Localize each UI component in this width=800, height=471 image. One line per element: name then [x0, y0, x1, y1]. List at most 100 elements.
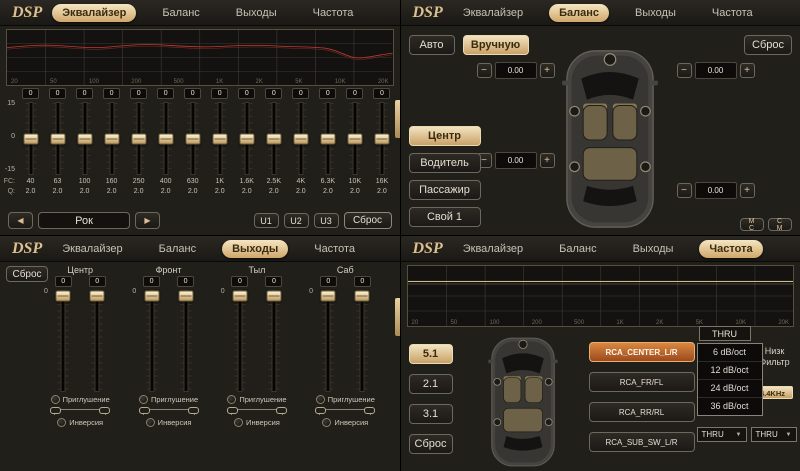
decrement-button[interactable]: − — [677, 63, 692, 78]
band-slider[interactable] — [314, 101, 341, 176]
slope-option-12db[interactable]: 12 dB/oct — [698, 361, 762, 379]
invert-checkbox[interactable] — [146, 418, 155, 427]
tab-equalizer[interactable]: Эквалайзер — [52, 4, 136, 22]
slope-dropdown-selected[interactable]: THRU — [699, 326, 751, 341]
output-slider-handle[interactable] — [178, 291, 193, 302]
increment-button[interactable]: + — [540, 63, 555, 78]
band-slider-handle[interactable] — [158, 133, 173, 144]
mute-toggle[interactable]: Приглушение — [139, 393, 198, 405]
tab-balance[interactable]: Баланс — [152, 4, 209, 22]
output-slider-handle[interactable] — [355, 291, 370, 302]
output-slider-handle[interactable] — [266, 291, 281, 302]
band-slider[interactable] — [44, 101, 71, 176]
band-slider[interactable] — [152, 101, 179, 176]
band-slider-handle[interactable] — [320, 133, 335, 144]
band-slider-handle[interactable] — [77, 133, 92, 144]
slope-option-6db[interactable]: 6 dB/oct — [698, 344, 762, 361]
output-slider[interactable] — [264, 289, 284, 393]
mute-toggle[interactable]: Приглушение — [51, 393, 110, 405]
band-slider[interactable] — [341, 101, 368, 176]
output-slider-handle[interactable] — [90, 291, 105, 302]
mc-button[interactable]: M C — [740, 218, 764, 231]
tab-outputs[interactable]: Выходы — [222, 240, 288, 258]
tab-frequency[interactable]: Частота — [702, 4, 763, 22]
mute-checkbox[interactable] — [139, 395, 148, 404]
hp-filter-select[interactable]: THRU ▼ — [697, 427, 747, 442]
band-slider-handle[interactable] — [185, 133, 200, 144]
tab-balance[interactable]: Баланс — [549, 240, 606, 258]
invert-checkbox[interactable] — [234, 418, 243, 427]
output-slider-handle[interactable] — [232, 291, 247, 302]
slope-option-36db[interactable]: 36 dB/oct — [698, 397, 762, 415]
output-slider-handle[interactable] — [321, 291, 336, 302]
preset-prev-button[interactable]: ◀ — [8, 212, 33, 229]
link-channels-toggle[interactable] — [309, 405, 381, 416]
increment-button[interactable]: + — [540, 153, 555, 168]
band-slider-handle[interactable] — [347, 133, 362, 144]
band-slider[interactable] — [98, 101, 125, 176]
preset-next-button[interactable]: ▶ — [135, 212, 160, 229]
band-slider-handle[interactable] — [212, 133, 227, 144]
mute-toggle[interactable]: Приглушение — [316, 393, 375, 405]
position-center-button[interactable]: Центр — [409, 126, 481, 146]
tab-outputs[interactable]: Выходы — [226, 4, 287, 22]
scrollbar[interactable] — [395, 298, 400, 336]
mode-5-1-button[interactable]: 5.1 — [409, 344, 453, 364]
band-slider-handle[interactable] — [23, 133, 38, 144]
position-driver-button[interactable]: Водитель — [409, 153, 481, 173]
tab-equalizer[interactable]: Эквалайзер — [453, 240, 533, 258]
output-slider[interactable] — [87, 289, 107, 393]
tab-frequency[interactable]: Частота — [699, 240, 762, 258]
band-slider[interactable] — [206, 101, 233, 176]
decrement-button[interactable]: − — [677, 183, 692, 198]
mute-toggle[interactable]: Приглушение — [227, 393, 286, 405]
memory-u3-button[interactable]: U3 — [314, 213, 339, 228]
band-slider[interactable] — [287, 101, 314, 176]
tab-balance[interactable]: Баланс — [549, 4, 609, 22]
channel-rca-sub-button[interactable]: RCA_SUB_SW_L/R — [589, 432, 695, 452]
balance-reset-button[interactable]: Сброс — [744, 35, 792, 55]
position-passenger-button[interactable]: Пассажир — [409, 180, 481, 200]
band-slider[interactable] — [179, 101, 206, 176]
invert-toggle[interactable]: Инверсия — [57, 416, 103, 428]
band-slider[interactable] — [260, 101, 287, 176]
link-channels-toggle[interactable] — [221, 405, 293, 416]
auto-button[interactable]: Авто — [409, 35, 455, 55]
tab-frequency[interactable]: Частота — [303, 4, 364, 22]
output-slider[interactable] — [176, 289, 196, 393]
memory-u2-button[interactable]: U2 — [284, 213, 309, 228]
band-slider-handle[interactable] — [131, 133, 146, 144]
output-slider[interactable] — [318, 289, 338, 393]
tab-outputs[interactable]: Выходы — [623, 240, 684, 258]
output-slider-handle[interactable] — [56, 291, 71, 302]
tab-frequency[interactable]: Частота — [304, 240, 365, 258]
tab-balance[interactable]: Баланс — [149, 240, 206, 258]
increment-button[interactable]: + — [740, 63, 755, 78]
invert-toggle[interactable]: Инверсия — [146, 416, 192, 428]
link-channels-toggle[interactable] — [133, 405, 205, 416]
mute-checkbox[interactable] — [227, 395, 236, 404]
output-slider[interactable] — [53, 289, 73, 393]
band-slider[interactable] — [71, 101, 98, 176]
mute-checkbox[interactable] — [316, 395, 325, 404]
band-slider-handle[interactable] — [239, 133, 254, 144]
output-slider-handle[interactable] — [144, 291, 159, 302]
increment-button[interactable]: + — [740, 183, 755, 198]
manual-button[interactable]: Вручную — [463, 35, 529, 55]
tab-equalizer[interactable]: Эквалайзер — [52, 240, 132, 258]
link-channels-toggle[interactable] — [44, 405, 116, 416]
slope-option-24db[interactable]: 24 dB/oct — [698, 379, 762, 397]
frequency-reset-button[interactable]: Сброс — [409, 434, 453, 454]
channel-rca-center-button[interactable]: RCA_CENTER_L/R — [589, 342, 695, 362]
band-slider-handle[interactable] — [374, 133, 389, 144]
output-slider[interactable] — [230, 289, 250, 393]
band-slider-handle[interactable] — [293, 133, 308, 144]
invert-checkbox[interactable] — [322, 418, 331, 427]
tab-equalizer[interactable]: Эквалайзер — [453, 4, 533, 22]
channel-rca-front-button[interactable]: RCA_FR/FL — [589, 372, 695, 392]
band-slider[interactable] — [233, 101, 260, 176]
decrement-button[interactable]: − — [477, 63, 492, 78]
band-slider-handle[interactable] — [104, 133, 119, 144]
lp-filter-select[interactable]: THRU ▼ — [751, 427, 797, 442]
band-slider[interactable] — [125, 101, 152, 176]
